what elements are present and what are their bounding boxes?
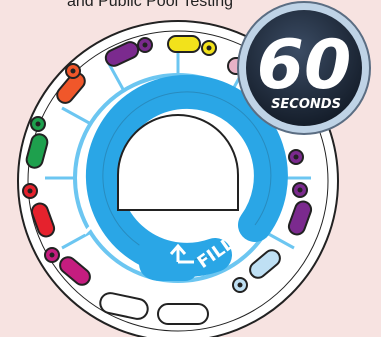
timer-number: 60 xyxy=(257,26,352,105)
purple-right-well xyxy=(288,149,304,165)
timer-unit: SECONDS xyxy=(271,97,341,112)
timer-badge: 60 SECONDS xyxy=(237,1,371,135)
test-disc-illustration: I FILL 60 SECONDS xyxy=(17,1,371,337)
